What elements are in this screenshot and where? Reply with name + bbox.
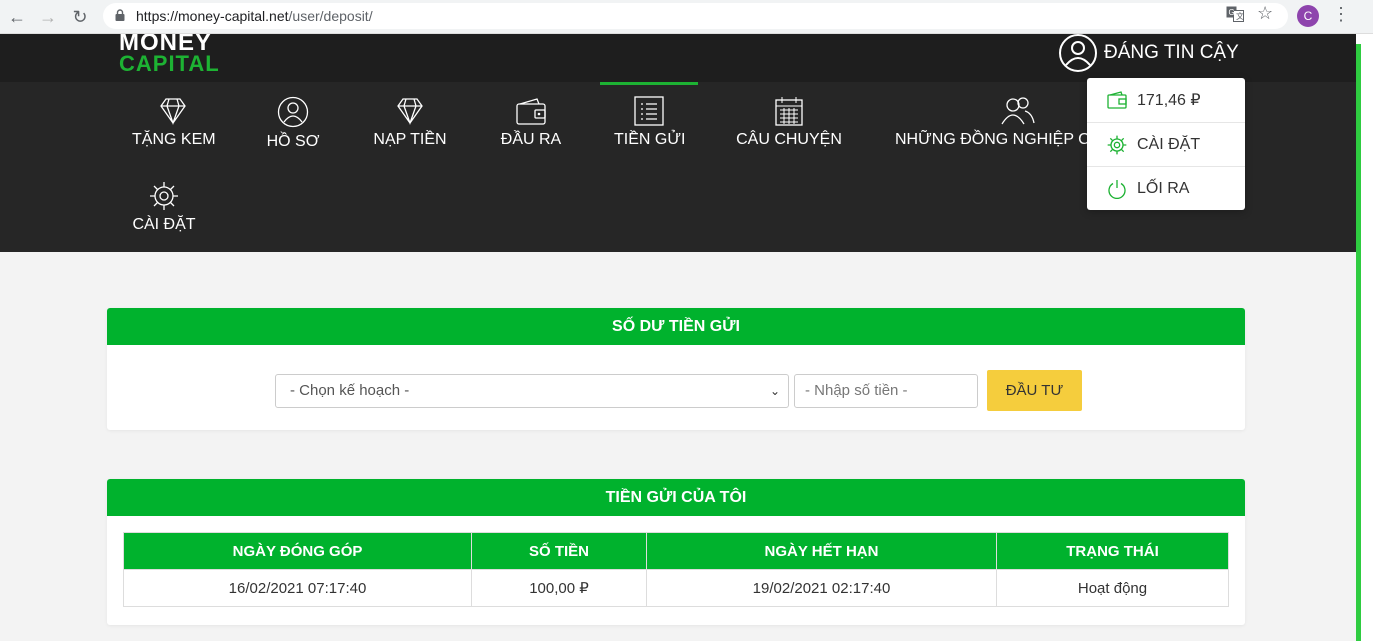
gear-icon [150,182,178,210]
column-header: SỐ TIỀN [471,532,647,570]
table-header-row: NGÀY ĐÓNG GÓP SỐ TIỀN NGÀY HẾT HẠN TRẠNG… [123,532,1229,570]
invest-button[interactable]: ĐẦU TƯ [987,370,1082,411]
forward-icon[interactable]: → [36,5,60,29]
nav-item-withdraw[interactable]: ĐẦU RA [500,96,562,149]
expiry-date-cell: 19/02/2021 02:17:40 [646,569,997,607]
address-bar[interactable]: https://money-capital.net/user/deposit/ [103,3,1288,29]
nav-item-label: NẠP TIỀN [373,131,447,148]
column-header: TRẠNG THÁI [996,532,1229,570]
svg-text:文: 文 [1236,11,1244,21]
power-icon [1108,179,1126,199]
user-icon [277,96,309,128]
user-name: ĐÁNG TIN CẬY [1104,42,1239,63]
dropdown-settings[interactable]: CÀI ĐẶT [1087,122,1245,166]
page-scrollbar[interactable] [1356,34,1373,641]
scrollbar-thumb[interactable] [1356,44,1361,641]
column-header: NGÀY HẾT HẠN [646,532,997,570]
profile-avatar[interactable]: C [1297,5,1319,27]
nav-item-label: NHỮNG ĐỒNG NGHIỆP C [895,131,1087,148]
svg-text:G: G [1229,8,1235,17]
nav-item-label: ĐẦU RA [500,131,562,148]
wallet-icon [1107,91,1127,109]
plan-select-value: - Chọn kế hoạch - [290,381,410,399]
nav-item-label: TIỀN GỬI [614,131,686,148]
browser-toolbar: ← → ↻ https://money-capital.net/user/dep… [0,0,1373,34]
url-text: https://money-capital.net/user/deposit/ [136,8,373,24]
user-menu-toggle[interactable]: ĐÁNG TIN CẬY [1058,34,1239,72]
diamond-icon [397,98,423,125]
nav-item-history[interactable]: CÂU CHUYỆN [736,96,842,149]
user-avatar-icon [1059,34,1097,72]
nav-item-label: HỒ SƠ [266,133,320,150]
logo-line-2: CAPITAL [119,51,220,74]
calendar-icon [775,97,803,126]
back-icon[interactable]: ← [5,5,29,29]
chevron-down-icon: ⌄ [769,383,780,398]
nav-item-label: CÂU CHUYỆN [736,131,842,148]
nav-item-deposit-funds[interactable]: NẠP TIỀN [372,96,448,149]
list-icon [634,96,664,126]
wallet-icon [516,98,546,125]
reload-icon[interactable]: ↻ [68,5,92,29]
nav-item-partners[interactable]: NHỮNG ĐỒNG NGHIỆP C [895,96,1087,149]
nav-active-indicator [600,82,698,85]
status-cell: Hoạt động [996,569,1229,607]
gear-icon [1107,135,1127,154]
column-header: NGÀY ĐÓNG GÓP [123,532,472,570]
url-host: https://money-capital.net [136,8,289,24]
logout-label: LỐI RA [1137,179,1190,197]
diamond-icon [160,98,186,125]
user-dropdown-menu: 171,46 ₽ CÀI ĐẶT LỐI RA [1087,78,1245,210]
amount-input[interactable] [794,373,978,408]
logo[interactable]: MONEY CAPITAL [118,34,228,74]
dropdown-balance[interactable]: 171,46 ₽ [1087,78,1245,122]
panel-title: TIỀN GỬI CỦA TÔI [107,479,1245,516]
deposit-balance-panel: SỐ DƯ TIỀN GỬI - Chọn kế hoạch - ⌄ ĐẦU T… [107,308,1245,430]
bookmark-star-icon[interactable]: ☆ [1257,3,1273,24]
nav-item-label: TẶNG KEM [132,131,216,148]
kebab-menu-icon[interactable]: ⋮ [1332,4,1350,25]
nav-item-profile[interactable]: HỒ SƠ [266,96,320,151]
translate-icon[interactable]: G 文 [1226,6,1244,22]
panel-title: SỐ DƯ TIỀN GỬI [107,308,1245,345]
nav-item-label: CÀI ĐẶT [132,216,196,233]
balance-value: 171,46 ₽ [1137,92,1201,109]
table-row: 16/02/2021 07:17:40 100,00 ₽ 19/02/2021 … [123,569,1229,607]
deposit-form: - Chọn kế hoạch - ⌄ ĐẦU TƯ [275,370,1082,411]
my-deposits-panel: TIỀN GỬI CỦA TÔI NGÀY ĐÓNG GÓP SỐ TIỀN N… [107,479,1245,625]
url-path: /user/deposit/ [288,8,373,24]
deposits-table: NGÀY ĐÓNG GÓP SỐ TIỀN NGÀY HẾT HẠN TRẠNG… [123,532,1229,607]
lock-icon [115,9,125,21]
deposit-date-cell: 16/02/2021 07:17:40 [123,569,472,607]
nav-item-settings[interactable]: CÀI ĐẶT [132,181,196,234]
users-icon [1001,97,1035,125]
amount-cell: 100,00 ₽ [471,569,647,607]
settings-label: CÀI ĐẶT [1137,135,1201,153]
dropdown-logout[interactable]: LỐI RA [1087,166,1245,210]
nav-item-bonus[interactable]: TẶNG KEM [132,96,216,149]
nav-item-deposits[interactable]: TIỀN GỬI [614,96,686,149]
plan-select[interactable]: - Chọn kế hoạch - ⌄ [275,373,789,408]
